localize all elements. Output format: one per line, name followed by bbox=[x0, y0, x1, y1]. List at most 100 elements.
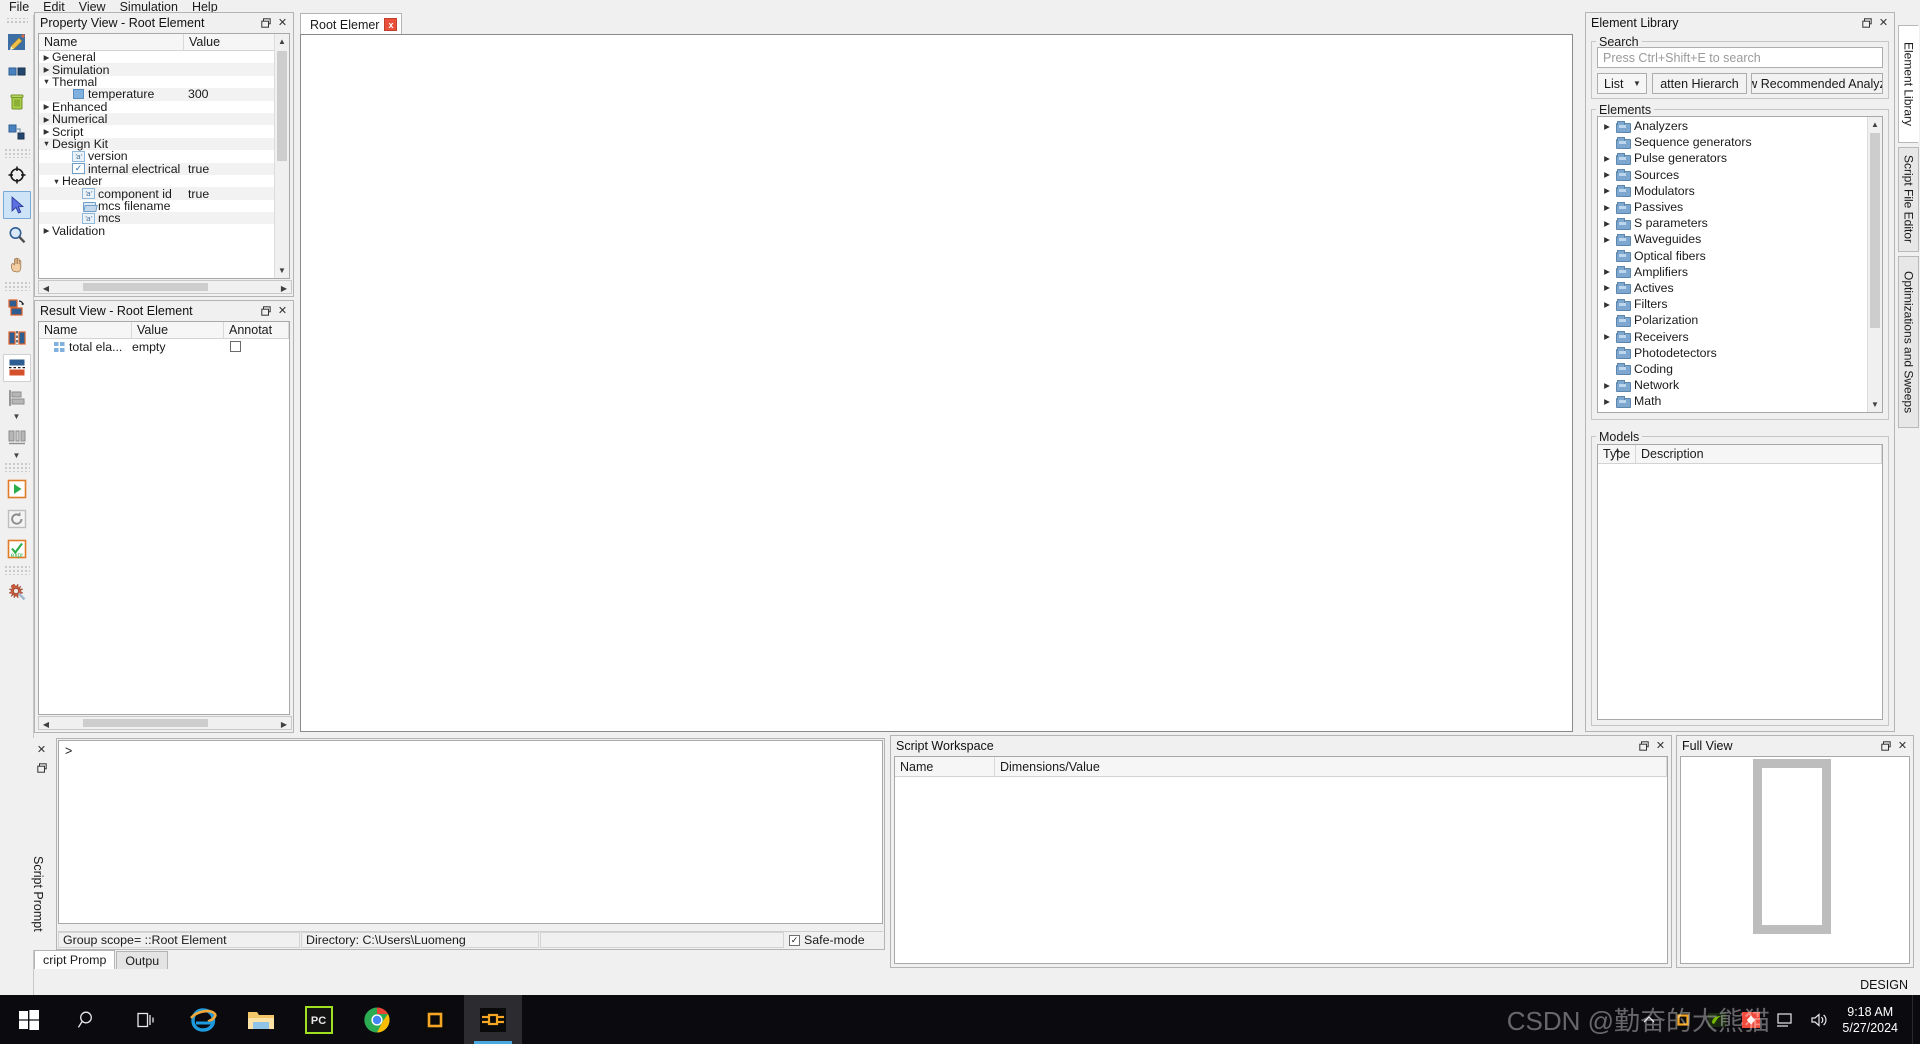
property-row[interactable]: Simulation bbox=[39, 63, 274, 77]
toolbar-grip-1[interactable] bbox=[5, 18, 28, 25]
lumerical-tray-icon[interactable] bbox=[1666, 995, 1700, 1044]
expand-arrow-icon[interactable] bbox=[1598, 235, 1616, 244]
expand-arrow-icon[interactable] bbox=[1598, 219, 1616, 228]
property-row[interactable]: General bbox=[39, 51, 274, 64]
expand-arrow-icon[interactable] bbox=[41, 115, 52, 124]
element-library-item[interactable]: Pulse generators bbox=[1598, 150, 1867, 166]
workspace-col-name[interactable]: Name bbox=[895, 757, 995, 776]
chevron-down-icon[interactable]: ▼ bbox=[1628, 79, 1646, 88]
element-library-close-button[interactable]: ✕ bbox=[1875, 15, 1892, 31]
script-prompt-float-button[interactable] bbox=[33, 760, 50, 776]
volume-tray-icon[interactable] bbox=[1802, 995, 1836, 1044]
property-row-value[interactable]: 300 bbox=[184, 87, 274, 101]
element-library-item[interactable]: Sources bbox=[1598, 167, 1867, 183]
element-library-item[interactable]: Passives bbox=[1598, 199, 1867, 215]
expression-check-button[interactable]: expr bbox=[3, 535, 31, 563]
task-view-button[interactable] bbox=[116, 995, 174, 1044]
file-explorer-button[interactable] bbox=[232, 995, 290, 1044]
show-recommended-analyzers-button[interactable]: w Recommended Analyz bbox=[1751, 73, 1883, 94]
distribute-button[interactable] bbox=[3, 423, 31, 451]
result-col-name[interactable]: Name bbox=[39, 322, 132, 338]
safe-mode-checkbox[interactable]: ✓ Safe-mode bbox=[785, 932, 882, 948]
taskbar-clock[interactable]: 9:18 AM 5/27/2024 bbox=[1836, 1004, 1912, 1036]
result-col-annotate[interactable]: Annotat bbox=[224, 322, 289, 338]
scroll-left-icon[interactable]: ◀ bbox=[39, 717, 53, 731]
expand-arrow-icon[interactable] bbox=[1598, 203, 1616, 212]
expand-arrow-icon[interactable] bbox=[1598, 154, 1616, 163]
property-view-tree[interactable]: Name Value GeneralSimulationThermaltempe… bbox=[38, 33, 290, 279]
expand-arrow-icon[interactable] bbox=[41, 127, 52, 136]
scroll-down-icon[interactable]: ▼ bbox=[1868, 397, 1882, 412]
result-view-table[interactable]: Name Value Annotat total ela... empty bbox=[38, 321, 290, 715]
scroll-up-icon[interactable]: ▲ bbox=[1868, 117, 1882, 132]
property-row[interactable]: Design Kit bbox=[39, 137, 274, 151]
scroll-right-icon[interactable]: ▶ bbox=[277, 281, 291, 295]
search-button[interactable] bbox=[58, 995, 116, 1044]
element-library-item[interactable]: Polarization bbox=[1598, 312, 1867, 328]
scroll-thumb[interactable] bbox=[83, 283, 208, 291]
script-prompt-console[interactable]: > bbox=[58, 740, 883, 924]
chrome-button[interactable] bbox=[348, 995, 406, 1044]
property-row-value[interactable]: true bbox=[184, 187, 274, 201]
property-row[interactable]: 'a' version bbox=[39, 149, 274, 163]
result-view-close-button[interactable]: ✕ bbox=[274, 303, 291, 319]
element-library-item[interactable]: Actives bbox=[1598, 280, 1867, 296]
restart-button[interactable] bbox=[3, 505, 31, 533]
expand-arrow-icon[interactable] bbox=[1598, 186, 1616, 195]
result-view-hscrollbar[interactable]: ◀ ▶ bbox=[38, 716, 292, 730]
expand-arrow-icon[interactable] bbox=[41, 226, 52, 235]
element-library-tree[interactable]: AnalyzersSequence generatorsPulse genera… bbox=[1597, 116, 1883, 413]
document-tab-close-icon[interactable]: x bbox=[384, 18, 398, 31]
models-table[interactable]: Type Description ▲ bbox=[1597, 444, 1883, 720]
pan-tool-button[interactable] bbox=[3, 251, 31, 279]
safe-mode-checkbox-box[interactable]: ✓ bbox=[789, 934, 800, 946]
property-row[interactable]: 'a' mcs bbox=[39, 211, 274, 225]
element-library-item[interactable]: Photodetectors bbox=[1598, 345, 1867, 361]
flatten-hierarchy-button[interactable]: atten Hierarch bbox=[1652, 73, 1747, 94]
expand-arrow-icon[interactable] bbox=[1598, 122, 1616, 131]
distribute-more-dropdown[interactable]: ▼ bbox=[13, 452, 21, 461]
full-view-minimap[interactable] bbox=[1680, 756, 1910, 964]
full-view-float-button[interactable] bbox=[1877, 738, 1894, 754]
document-tab-root-element[interactable]: Root Elemer x bbox=[300, 13, 403, 35]
element-library-item[interactable]: Network bbox=[1598, 377, 1867, 393]
property-row-value[interactable]: true bbox=[184, 162, 274, 176]
scroll-down-icon[interactable]: ▼ bbox=[275, 263, 289, 278]
property-row[interactable]: Script bbox=[39, 125, 274, 139]
expand-arrow-icon[interactable] bbox=[51, 177, 62, 186]
expand-arrow-icon[interactable] bbox=[1598, 267, 1616, 276]
expand-arrow-icon[interactable] bbox=[1598, 300, 1616, 309]
property-view-close-button[interactable]: ✕ bbox=[274, 15, 291, 31]
run-simulation-button[interactable] bbox=[3, 475, 31, 503]
property-view-rows[interactable]: GeneralSimulationThermaltemperature300En… bbox=[39, 51, 274, 278]
nvidia-tray-icon[interactable] bbox=[1700, 995, 1734, 1044]
element-library-item[interactable]: Optical fibers bbox=[1598, 248, 1867, 264]
script-workspace-float-button[interactable] bbox=[1635, 738, 1652, 754]
element-library-tree-rows[interactable]: AnalyzersSequence generatorsPulse genera… bbox=[1598, 118, 1867, 412]
property-row[interactable]: Enhanced bbox=[39, 100, 274, 114]
element-library-item[interactable]: Filters bbox=[1598, 296, 1867, 312]
target-tool-button[interactable] bbox=[3, 161, 31, 189]
scroll-thumb[interactable] bbox=[277, 51, 287, 161]
expand-arrow-icon[interactable] bbox=[1598, 381, 1616, 390]
expand-arrow-icon[interactable] bbox=[41, 139, 52, 148]
models-col-description[interactable]: Description bbox=[1636, 445, 1882, 463]
lumerical-fdtd-button[interactable] bbox=[406, 995, 464, 1044]
models-rows[interactable] bbox=[1598, 464, 1882, 719]
scroll-up-icon[interactable]: ▲ bbox=[275, 34, 289, 49]
delete-button[interactable] bbox=[3, 88, 31, 116]
interconnect-button[interactable] bbox=[464, 995, 522, 1044]
expand-arrow-icon[interactable] bbox=[1598, 332, 1616, 341]
expand-arrow-icon[interactable] bbox=[41, 102, 52, 111]
move-tool-button[interactable] bbox=[3, 578, 31, 606]
flip-horizontal-button[interactable] bbox=[2, 354, 31, 382]
property-row[interactable]: ✓ internal electrical ... true bbox=[39, 162, 274, 176]
property-col-name[interactable]: Name bbox=[39, 34, 184, 50]
workspace-col-dimensions[interactable]: Dimensions/Value bbox=[995, 757, 1667, 776]
select-tool-button[interactable] bbox=[2, 191, 31, 219]
property-view-hscrollbar[interactable]: ◀ ▶ bbox=[38, 280, 292, 294]
scroll-thumb[interactable] bbox=[83, 719, 208, 727]
element-library-item[interactable]: Math bbox=[1598, 393, 1867, 409]
script-workspace-close-button[interactable]: ✕ bbox=[1652, 738, 1669, 754]
element-library-vscrollbar[interactable]: ▲ ▼ bbox=[1867, 117, 1882, 412]
